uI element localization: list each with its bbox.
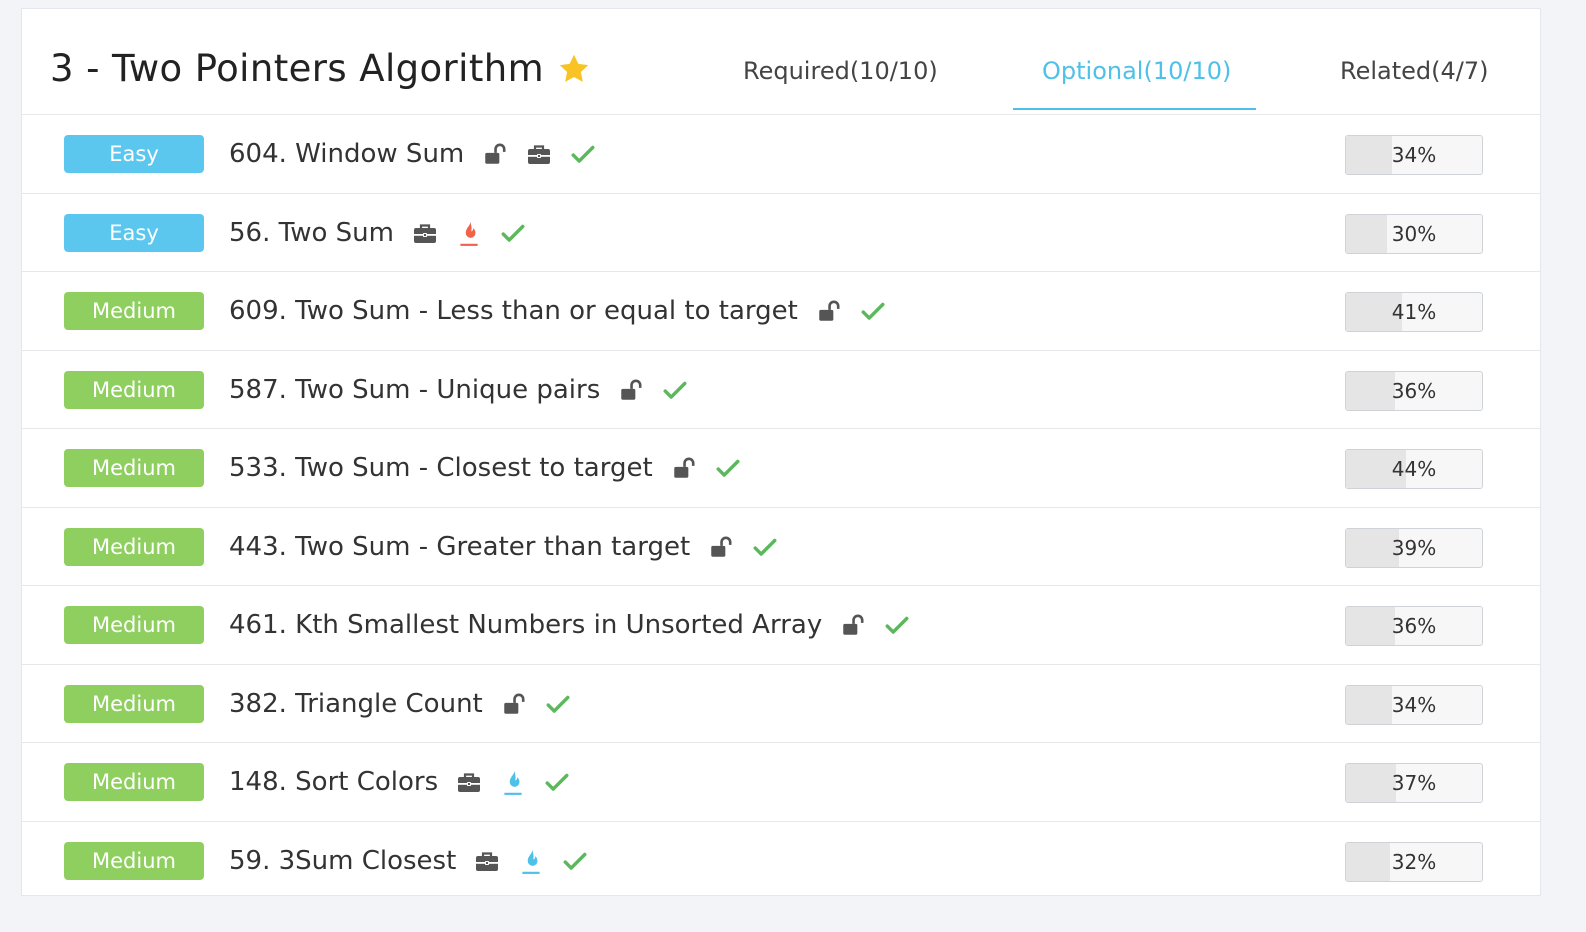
lock-open-icon [671, 455, 697, 481]
problem-row[interactable]: Medium 533. Two Sum - Closest to target 44… [22, 429, 1540, 508]
lock-open-icon [501, 691, 527, 717]
acceptance-progress-bar: 30% [1345, 213, 1483, 254]
check-icon [570, 141, 596, 167]
difficulty-badge[interactable]: Medium [64, 292, 204, 330]
problem-row[interactable]: Easy 604. Window Sum 34% [22, 115, 1540, 194]
check-icon [500, 220, 526, 246]
lock-open-icon [816, 298, 842, 324]
problem-list: Easy 604. Window Sum 34% Easy 56. Two Sum 30%… [22, 115, 1540, 900]
briefcase-icon [412, 220, 438, 246]
problem-info: 604. Window Sum [229, 136, 596, 172]
briefcase-icon [456, 769, 482, 795]
problem-title-link[interactable]: 609. Two Sum - Less than or equal to tar… [229, 296, 798, 326]
progress-label: 34% [1391, 143, 1437, 167]
progress-label: 32% [1391, 849, 1437, 874]
problem-info: 443. Two Sum - Greater than target [229, 529, 778, 565]
check-icon [884, 612, 910, 638]
acceptance-progress-bar: 37% [1345, 763, 1483, 803]
difficulty-badge[interactable]: Easy [64, 135, 204, 173]
progress-label: 44% [1391, 457, 1437, 481]
lock-open-icon [840, 612, 866, 638]
problem-row[interactable]: Medium 461. Kth Smallest Numbers in Unsor… [22, 586, 1540, 665]
acceptance-progress-bar: 36% [1345, 606, 1483, 646]
progress-label: 41% [1391, 300, 1437, 324]
lock-open-icon [618, 377, 644, 403]
check-icon [752, 534, 778, 560]
problem-info: 59. 3Sum Closest [229, 843, 588, 879]
problem-title-link[interactable]: 461. Kth Smallest Numbers in Unsorted Ar… [229, 610, 822, 640]
acceptance-progress-bar: 39% [1345, 527, 1483, 568]
problem-title-link[interactable]: 443. Two Sum - Greater than target [229, 532, 690, 562]
problem-title-link[interactable]: 604. Window Sum [229, 139, 464, 169]
difficulty-badge[interactable]: Medium [64, 527, 204, 566]
flame-red-icon [456, 220, 482, 246]
problem-row[interactable]: Medium 382. Triangle Count 34% [22, 665, 1540, 743]
acceptance-progress-bar: 34% [1345, 135, 1483, 175]
progress-label: 36% [1391, 378, 1437, 403]
acceptance-progress-bar: 36% [1345, 370, 1483, 411]
check-icon [562, 848, 588, 874]
problem-info: 587. Two Sum - Unique pairs [229, 372, 688, 408]
problem-info: 533. Two Sum - Closest to target [229, 450, 741, 486]
problem-row[interactable]: Medium 59. 3Sum Closest 32% [22, 822, 1540, 901]
problem-row[interactable]: Medium 587. Two Sum - Unique pairs 36% [22, 351, 1540, 429]
problem-info: 56. Two Sum [229, 215, 526, 251]
acceptance-progress-bar: 32% [1345, 841, 1483, 882]
problem-info: 609. Two Sum - Less than or equal to tar… [229, 293, 886, 329]
acceptance-progress-bar: 44% [1345, 449, 1483, 489]
section-header: 3 - Two Pointers Algorithm Required(10/1… [22, 9, 1540, 115]
progress-label: 36% [1391, 614, 1437, 638]
problem-row[interactable]: Medium 609. Two Sum - Less than or equal … [22, 272, 1540, 351]
tab-required[interactable]: Required(10/10) [743, 57, 938, 85]
section-title-text: 3 - Two Pointers Algorithm [50, 47, 545, 90]
section-title: 3 - Two Pointers Algorithm [50, 47, 592, 90]
acceptance-progress-bar: 41% [1345, 292, 1483, 332]
flame-blue-icon [500, 769, 526, 795]
difficulty-badge[interactable]: Medium [64, 606, 204, 644]
tab-related[interactable]: Related(4/7) [1340, 57, 1489, 85]
progress-label: 37% [1391, 771, 1437, 795]
briefcase-icon [526, 141, 552, 167]
lock-open-icon [482, 141, 508, 167]
difficulty-badge[interactable]: Medium [64, 370, 204, 409]
check-icon [860, 298, 886, 324]
check-icon [662, 377, 688, 403]
check-icon [715, 455, 741, 481]
star-icon[interactable] [556, 51, 592, 87]
problem-row[interactable]: Medium 148. Sort Colors 37% [22, 743, 1540, 822]
lock-open-icon [708, 534, 734, 560]
progress-label: 30% [1391, 221, 1437, 246]
difficulty-badge[interactable]: Medium [64, 684, 204, 723]
briefcase-icon [474, 848, 500, 874]
progress-label: 34% [1391, 692, 1437, 717]
difficulty-badge[interactable]: Medium [64, 763, 204, 801]
problem-title-link[interactable]: 382. Triangle Count [229, 689, 483, 719]
progress-label: 39% [1391, 535, 1437, 560]
active-tab-indicator [1013, 108, 1256, 110]
difficulty-badge[interactable]: Medium [64, 449, 204, 487]
problem-info: 148. Sort Colors [229, 764, 570, 800]
check-icon [545, 691, 571, 717]
problem-title-link[interactable]: 587. Two Sum - Unique pairs [229, 375, 600, 405]
problem-list-card: 3 - Two Pointers Algorithm Required(10/1… [21, 8, 1541, 896]
problem-row[interactable]: Easy 56. Two Sum 30% [22, 194, 1540, 272]
problem-title-link[interactable]: 59. 3Sum Closest [229, 846, 456, 876]
problem-title-link[interactable]: 533. Two Sum - Closest to target [229, 453, 653, 483]
flame-blue-icon [518, 848, 544, 874]
acceptance-progress-bar: 34% [1345, 684, 1483, 725]
tab-optional[interactable]: Optional(10/10) [1042, 57, 1231, 85]
problem-row[interactable]: Medium 443. Two Sum - Greater than target… [22, 508, 1540, 586]
difficulty-badge[interactable]: Easy [64, 213, 204, 252]
problem-title-link[interactable]: 56. Two Sum [229, 218, 394, 248]
problem-info: 461. Kth Smallest Numbers in Unsorted Ar… [229, 607, 910, 643]
problem-info: 382. Triangle Count [229, 686, 571, 722]
problem-title-link[interactable]: 148. Sort Colors [229, 767, 438, 797]
check-icon [544, 769, 570, 795]
difficulty-badge[interactable]: Medium [64, 841, 204, 880]
